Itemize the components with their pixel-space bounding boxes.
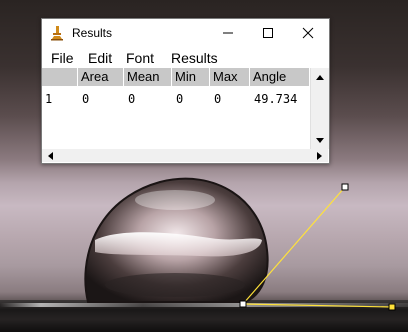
- results-window[interactable]: Results File Edit Font Results Area Mean…: [41, 18, 330, 164]
- microscope-icon: [51, 26, 63, 41]
- menu-edit[interactable]: Edit: [88, 50, 112, 66]
- table-header: Area Mean Min Max Angle: [42, 68, 310, 86]
- angle-handle-vertex: [239, 300, 247, 308]
- droplet-bottom-reflection: [105, 273, 245, 297]
- column-header-max[interactable]: Max: [210, 68, 250, 86]
- results-table[interactable]: Area Mean Min Max Angle 1 0 0 0 0 49.734: [42, 68, 310, 148]
- column-header-angle[interactable]: Angle: [250, 68, 310, 86]
- angle-handle-top: [341, 183, 349, 191]
- column-header-area[interactable]: Area: [78, 68, 124, 86]
- horizontal-scrollbar[interactable]: [42, 149, 310, 162]
- cell-index: 1: [45, 92, 53, 106]
- column-header-min[interactable]: Min: [172, 68, 210, 86]
- maximize-button[interactable]: [248, 19, 288, 47]
- window-title: Results: [72, 26, 113, 40]
- cell-area: 0: [82, 92, 90, 106]
- cell-mean: 0: [128, 92, 136, 106]
- droplet-top-sparkle: [135, 190, 215, 210]
- menu-results[interactable]: Results: [171, 50, 218, 66]
- menu-file[interactable]: File: [51, 50, 74, 66]
- column-header-mean[interactable]: Mean: [124, 68, 172, 86]
- right-arrow-icon[interactable]: [316, 151, 324, 161]
- up-arrow-icon[interactable]: [315, 73, 325, 81]
- down-arrow-icon[interactable]: [315, 137, 325, 145]
- minimize-button[interactable]: [208, 19, 248, 47]
- title-bar[interactable]: Results: [42, 19, 329, 47]
- menu-font[interactable]: Font: [126, 50, 154, 66]
- close-button[interactable]: [288, 19, 328, 47]
- vertical-scrollbar[interactable]: [310, 68, 329, 149]
- angle-line-baseline: [242, 303, 393, 308]
- column-header-index[interactable]: [42, 68, 78, 86]
- minimize-icon: [223, 32, 233, 34]
- left-arrow-icon[interactable]: [46, 151, 54, 161]
- close-icon: [302, 27, 314, 39]
- menu-bar: File Edit Font Results: [42, 48, 329, 68]
- cell-min: 0: [176, 92, 184, 106]
- cell-angle: 49.734: [254, 92, 298, 106]
- maximize-icon: [263, 28, 273, 38]
- scrollbar-corner: [310, 149, 328, 162]
- angle-handle-end: [388, 303, 396, 311]
- cell-max: 0: [214, 92, 222, 106]
